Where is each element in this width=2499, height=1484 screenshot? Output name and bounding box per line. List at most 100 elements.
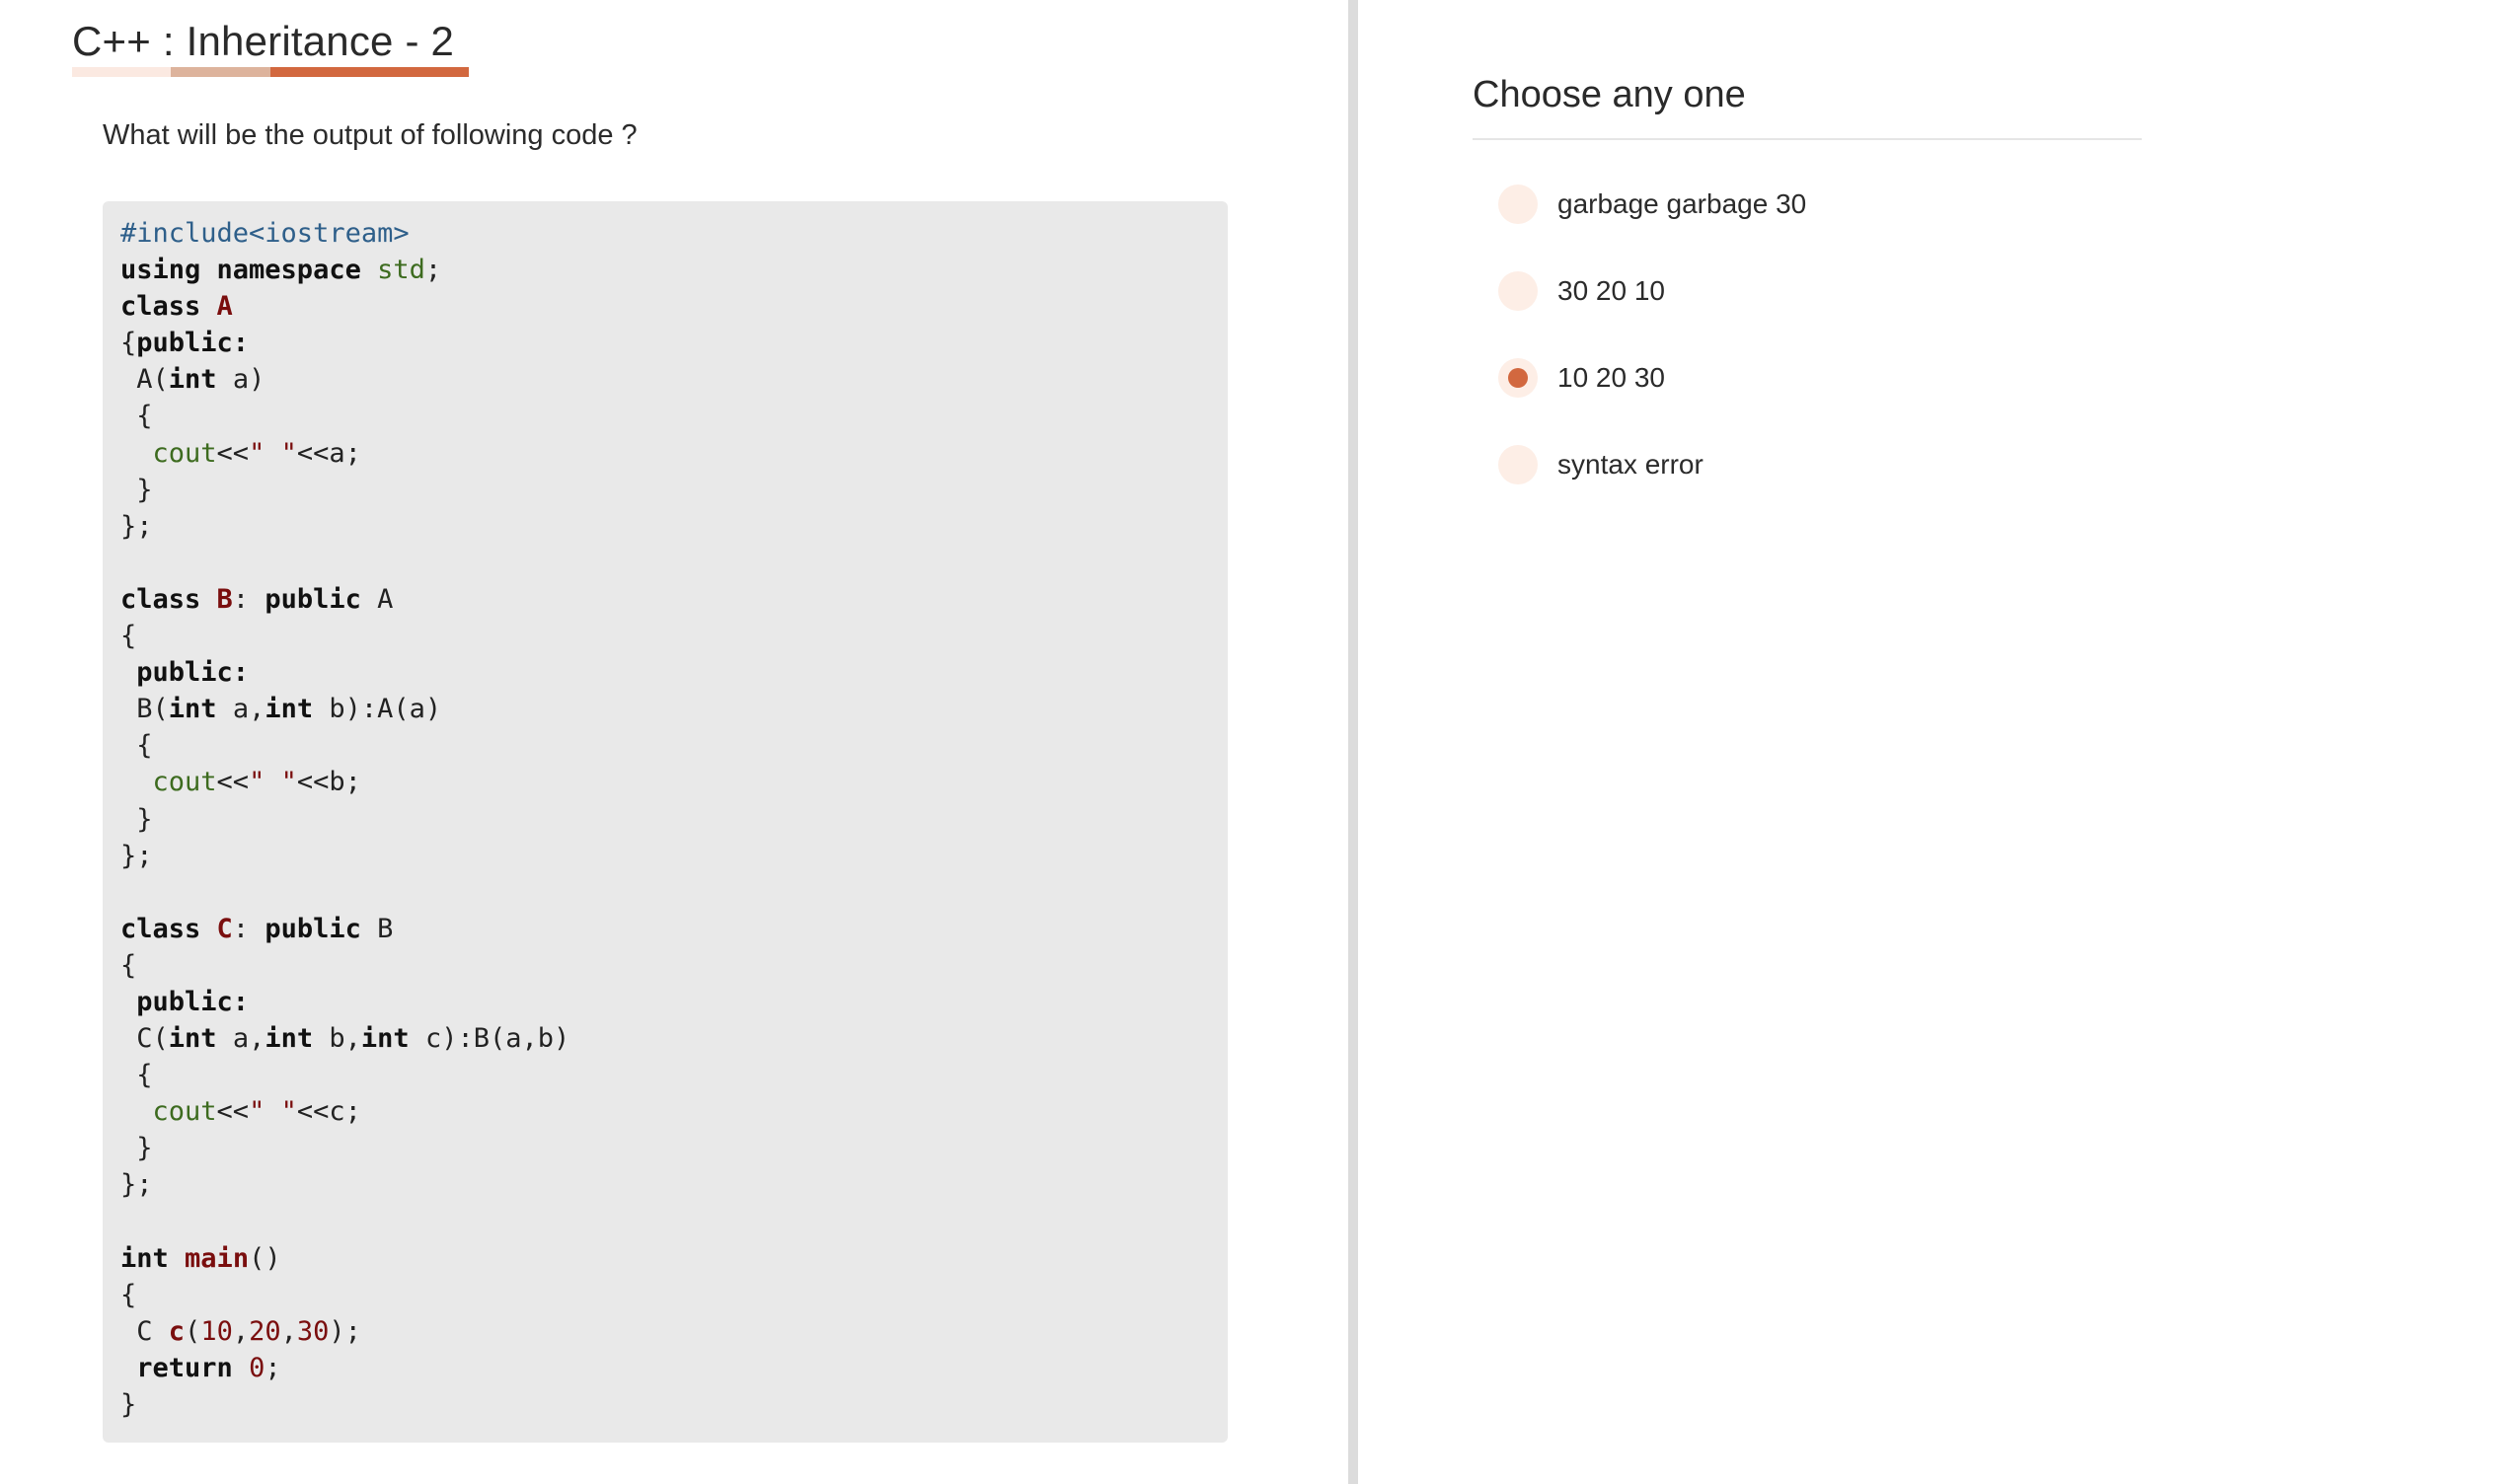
code-line: { bbox=[120, 727, 569, 764]
code-token: ; bbox=[265, 1352, 281, 1383]
code-token: public: bbox=[136, 328, 250, 359]
code-token: int bbox=[360, 1023, 410, 1055]
code-token: int bbox=[168, 1023, 217, 1055]
code-line: cout<<" "<<b; bbox=[120, 764, 569, 800]
code-token: { bbox=[120, 328, 137, 359]
code-line: public: bbox=[120, 984, 569, 1020]
answer-option-label: garbage garbage 30 bbox=[1557, 188, 1807, 219]
code-token: using namespace bbox=[120, 255, 361, 286]
code-token: A( bbox=[120, 364, 169, 396]
code-line: A(int a) bbox=[120, 361, 569, 398]
code-line: class C: public B bbox=[120, 911, 569, 947]
answer-option-label: 10 20 30 bbox=[1557, 362, 1665, 393]
code-token: c):B(a,b) bbox=[409, 1023, 570, 1055]
code-line: int main() bbox=[120, 1240, 569, 1277]
code-line: C c(10,20,30); bbox=[120, 1313, 569, 1350]
code-line: class B: public A bbox=[120, 581, 569, 618]
code-token: " " bbox=[249, 1096, 297, 1128]
answer-option[interactable]: 30 20 10 bbox=[1498, 269, 2130, 313]
code-token: } bbox=[120, 474, 153, 505]
code-token: << bbox=[216, 1096, 250, 1128]
code-token: a, bbox=[216, 694, 265, 725]
code-token: int bbox=[265, 694, 314, 725]
code-token: { bbox=[120, 401, 153, 432]
answer-option[interactable]: garbage garbage 30 bbox=[1498, 183, 2130, 226]
answer-option[interactable]: 10 20 30 bbox=[1498, 356, 2130, 400]
code-token: () bbox=[249, 1242, 281, 1274]
radio-button[interactable] bbox=[1498, 185, 1538, 224]
code-token: << bbox=[216, 767, 250, 798]
code-token: , bbox=[280, 1315, 297, 1347]
code-line: public: bbox=[120, 654, 569, 691]
code-token: { bbox=[120, 949, 137, 981]
code-token: int bbox=[120, 1242, 169, 1274]
code-token: #include<iostream> bbox=[120, 218, 410, 249]
code-token: ( bbox=[185, 1315, 201, 1347]
code-token: 20 bbox=[249, 1315, 281, 1347]
code-token: 0 bbox=[249, 1352, 265, 1383]
code-line: { bbox=[120, 1277, 569, 1313]
code-token: int bbox=[265, 1023, 314, 1055]
radio-button[interactable] bbox=[1498, 358, 1538, 398]
code-token: , bbox=[232, 1315, 250, 1347]
code-line: {public: bbox=[120, 325, 569, 361]
code-token: { bbox=[120, 730, 153, 762]
code-line: class A bbox=[120, 288, 569, 325]
radio-button[interactable] bbox=[1498, 271, 1538, 311]
title-underline bbox=[72, 67, 469, 77]
code-token: { bbox=[120, 1279, 137, 1310]
code-token: }; bbox=[120, 840, 153, 871]
code-token: cout bbox=[152, 767, 217, 798]
code-line: return 0; bbox=[120, 1350, 569, 1386]
code-line: #include<iostream> bbox=[120, 215, 569, 252]
code-line: } bbox=[120, 1386, 569, 1423]
code-token: b, bbox=[313, 1023, 361, 1055]
code-token: main bbox=[185, 1242, 250, 1274]
code-token: class bbox=[120, 291, 201, 323]
radio-button[interactable] bbox=[1498, 445, 1538, 484]
code-token: A bbox=[360, 583, 394, 615]
code-token: <<c; bbox=[296, 1096, 361, 1128]
code-token: } bbox=[120, 1133, 153, 1164]
code-block: #include<iostream> using namespace std; cl… bbox=[103, 201, 1228, 1443]
code-line: }; bbox=[120, 838, 569, 874]
code-token: a) bbox=[216, 364, 265, 396]
answer-option-label: 30 20 10 bbox=[1557, 275, 1665, 306]
code-token: { bbox=[120, 621, 137, 652]
code-token: class bbox=[120, 913, 201, 944]
code-token: int bbox=[168, 694, 217, 725]
code-token: : bbox=[232, 913, 265, 944]
code-token: << bbox=[216, 437, 250, 469]
answer-option[interactable]: syntax error bbox=[1498, 443, 2130, 486]
code-line: { bbox=[120, 947, 569, 984]
panel-divider[interactable] bbox=[1348, 0, 1358, 1484]
question-panel: C++ : Inheritance - 2 What will be the o… bbox=[0, 0, 1348, 1484]
code-line: { bbox=[120, 1057, 569, 1093]
code-line: using namespace std; bbox=[120, 252, 569, 288]
code-token: public bbox=[265, 913, 361, 944]
code-token: 30 bbox=[296, 1315, 330, 1347]
underline-segment-light bbox=[72, 67, 171, 77]
code-token: { bbox=[120, 1060, 153, 1091]
code-token: a, bbox=[216, 1023, 265, 1055]
code-token: } bbox=[120, 1389, 137, 1420]
code-token: B( bbox=[120, 694, 169, 725]
code-token: }; bbox=[120, 1169, 153, 1201]
code-token: B bbox=[216, 583, 233, 615]
code-token: C bbox=[216, 913, 233, 944]
code-token: A bbox=[216, 291, 233, 323]
code-token: cout bbox=[152, 1096, 217, 1128]
code-line: }; bbox=[120, 1166, 569, 1203]
page-title: C++ : Inheritance - 2 bbox=[72, 18, 455, 64]
code-line: cout<<" "<<a; bbox=[120, 435, 569, 472]
